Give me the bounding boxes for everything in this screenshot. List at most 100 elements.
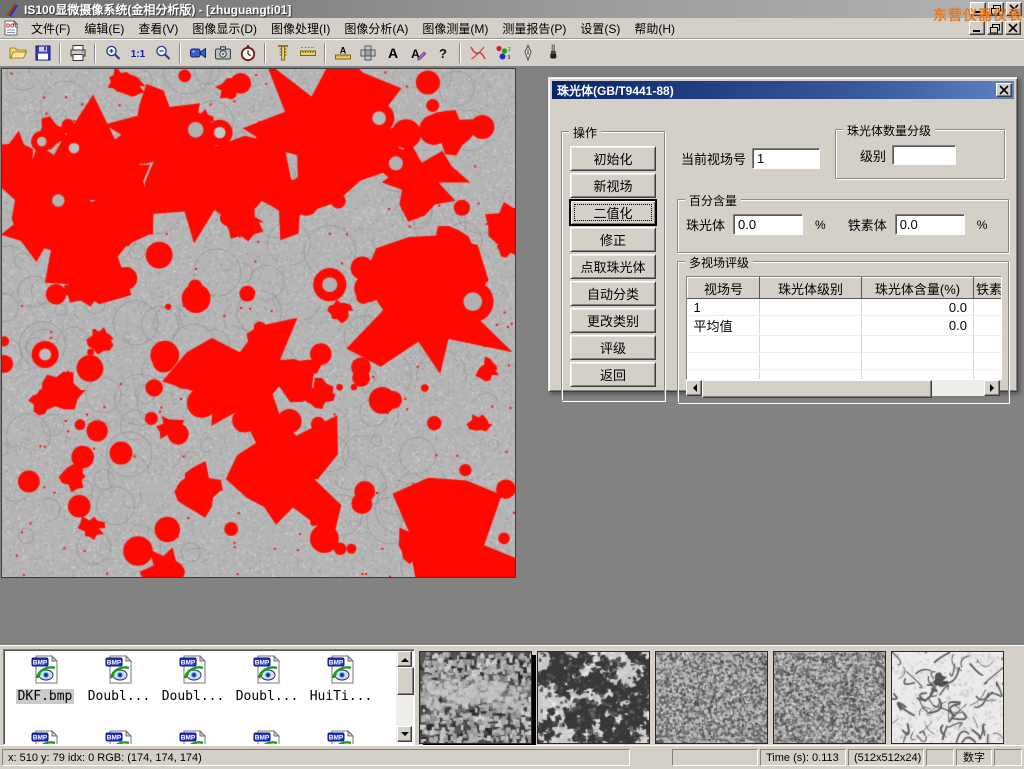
svg-text:1:1: 1:1 <box>130 49 145 60</box>
op-button-7[interactable]: 更改类别 <box>570 308 656 333</box>
svg-text:3: 3 <box>507 55 510 61</box>
camera-icon <box>214 44 232 62</box>
svg-text:BMP: BMP <box>255 660 270 667</box>
file-scroll-thumb[interactable] <box>397 667 414 695</box>
file-name: Doubl... <box>86 689 153 704</box>
caliper-tool-button[interactable] <box>270 41 295 65</box>
bmp-file-icon: BMP <box>251 730 283 745</box>
bmp-file-icon: BMP <box>325 655 357 685</box>
save-tool-button[interactable] <box>30 41 55 65</box>
scroll-up-button[interactable] <box>397 651 412 667</box>
file-item-4[interactable]: BMP Doubl... <box>230 655 304 704</box>
percent-fields: 珠光体%铁素体% <box>686 214 1001 235</box>
menu-item-8[interactable]: 测量报告(P) <box>495 18 573 39</box>
ruler-tool-button[interactable] <box>295 41 320 65</box>
op-button-3[interactable]: 二值化 <box>570 200 656 225</box>
percent-input-1[interactable] <box>733 214 803 235</box>
grade-group-label: 珠光体数量分级 <box>843 122 935 139</box>
micrograph-image[interactable] <box>1 68 516 578</box>
file-item-partial-5[interactable]: BMP <box>304 730 378 745</box>
table-row-3[interactable] <box>688 336 1003 353</box>
gallery-thumbnail-3[interactable] <box>655 651 768 744</box>
op-button-4[interactable]: 修正 <box>570 227 656 252</box>
table-row-1[interactable]: 10.0 <box>688 299 1003 316</box>
gallery-thumbnail-2[interactable] <box>537 651 650 744</box>
text-tool-button[interactable]: A <box>380 41 405 65</box>
timer-icon <box>239 44 257 62</box>
grade-label: 级别 <box>860 146 886 165</box>
op-button-2[interactable]: 新视场 <box>570 173 656 198</box>
camera-tool-button[interactable] <box>210 41 235 65</box>
gallery-thumbnail-5[interactable] <box>891 651 1004 744</box>
grid-tool-button[interactable] <box>355 41 380 65</box>
zoom-in-icon <box>104 44 122 62</box>
bmp-file-icon: BMP <box>103 730 135 745</box>
file-item-2[interactable]: BMPDoubl... <box>82 655 156 704</box>
print-tool-button[interactable] <box>65 41 90 65</box>
table-row-5[interactable] <box>688 370 1003 381</box>
text-edit-tool-button[interactable]: A <box>405 41 430 65</box>
menu-item-9[interactable]: 设置(S) <box>573 18 627 39</box>
scroll-thumb[interactable] <box>702 380 932 398</box>
zoom-in-tool-button[interactable] <box>100 41 125 65</box>
dialog-close-button[interactable] <box>996 83 1012 97</box>
actual-size-tool-button[interactable]: 1:1 <box>125 41 150 65</box>
file-item-partial-4[interactable]: BMP <box>230 730 304 745</box>
bmp-file-icon: BMP <box>177 730 209 745</box>
file-item-partial-2[interactable]: BMP <box>82 730 156 745</box>
percent-input-2[interactable] <box>895 214 965 235</box>
menu-item-6[interactable]: 图像分析(A) <box>337 18 415 39</box>
svg-text:BMP: BMP <box>329 660 344 667</box>
file-item-1[interactable]: BMPDKF.bmp <box>8 655 82 704</box>
op-button-5[interactable]: 点取珠光体 <box>570 254 656 279</box>
pen-tool-button[interactable] <box>515 41 540 65</box>
file-item-3[interactable]: BMPDoubl... <box>156 655 230 704</box>
op-button-9[interactable]: 返回 <box>570 362 656 387</box>
file-item-partial-3[interactable]: BMP <box>156 730 230 745</box>
menu-item-3[interactable]: 查看(V) <box>131 18 185 39</box>
op-button-8[interactable]: 评级 <box>570 335 656 360</box>
classify-tool-button[interactable]: 23 <box>490 41 515 65</box>
timer-tool-button[interactable] <box>235 41 260 65</box>
menu-item-1[interactable]: 文件(F) <box>24 18 77 39</box>
status-mode: 数字 <box>956 749 992 766</box>
menu-item-2[interactable]: 编辑(E) <box>77 18 131 39</box>
table-row-2[interactable]: 平均值0.0 <box>688 316 1003 336</box>
op-button-1[interactable]: 初始化 <box>570 146 656 171</box>
pen-icon <box>519 44 537 62</box>
scroll-down-button[interactable] <box>397 726 412 742</box>
dialog-title-bar[interactable]: 珠光体(GB/T9441-88) <box>552 81 1014 99</box>
curve-tool-button[interactable] <box>465 41 490 65</box>
svg-text:DOC: DOC <box>6 24 18 30</box>
video-camera-tool-button[interactable] <box>185 41 210 65</box>
svg-text:BMP: BMP <box>329 735 344 742</box>
menu-item-4[interactable]: 图像显示(D) <box>185 18 264 39</box>
percent-label-2: 铁素体 <box>848 215 887 234</box>
grade-input[interactable] <box>892 145 956 165</box>
svg-text:?: ? <box>439 46 447 61</box>
print-icon <box>69 44 87 62</box>
gallery-thumbnail-4[interactable] <box>773 651 886 744</box>
scroll-left-button[interactable] <box>686 380 702 396</box>
help-tool-button[interactable]: ? <box>430 41 455 65</box>
menu-item-7[interactable]: 图像测量(M) <box>415 18 495 39</box>
file-name: Doubl... <box>234 689 301 704</box>
measure-text-tool-button[interactable]: A <box>330 41 355 65</box>
gallery-thumbnail-1[interactable] <box>419 651 532 744</box>
op-button-6[interactable]: 自动分类 <box>570 281 656 306</box>
menu-item-5[interactable]: 图像处理(I) <box>264 18 337 39</box>
bmp-file-icon: BMP <box>29 655 61 685</box>
brush-tool-button[interactable] <box>540 41 565 65</box>
file-item-5[interactable]: BMPHuiTi... <box>304 655 378 704</box>
zoom-out-tool-button[interactable] <box>150 41 175 65</box>
toolbar-separator <box>324 43 326 63</box>
current-field-input[interactable] <box>752 148 820 169</box>
vendor-watermark: 东营仪器仪表 <box>933 5 1023 25</box>
scroll-right-button[interactable] <box>984 380 1000 396</box>
status-image-size: (512x512x24) <box>848 749 924 766</box>
open-tool-button[interactable] <box>5 41 30 65</box>
file-item-partial-1[interactable]: BMP <box>8 730 82 745</box>
toolbar-separator <box>94 43 96 63</box>
menu-item-10[interactable]: 帮助(H) <box>627 18 682 39</box>
table-row-4[interactable] <box>688 353 1003 370</box>
